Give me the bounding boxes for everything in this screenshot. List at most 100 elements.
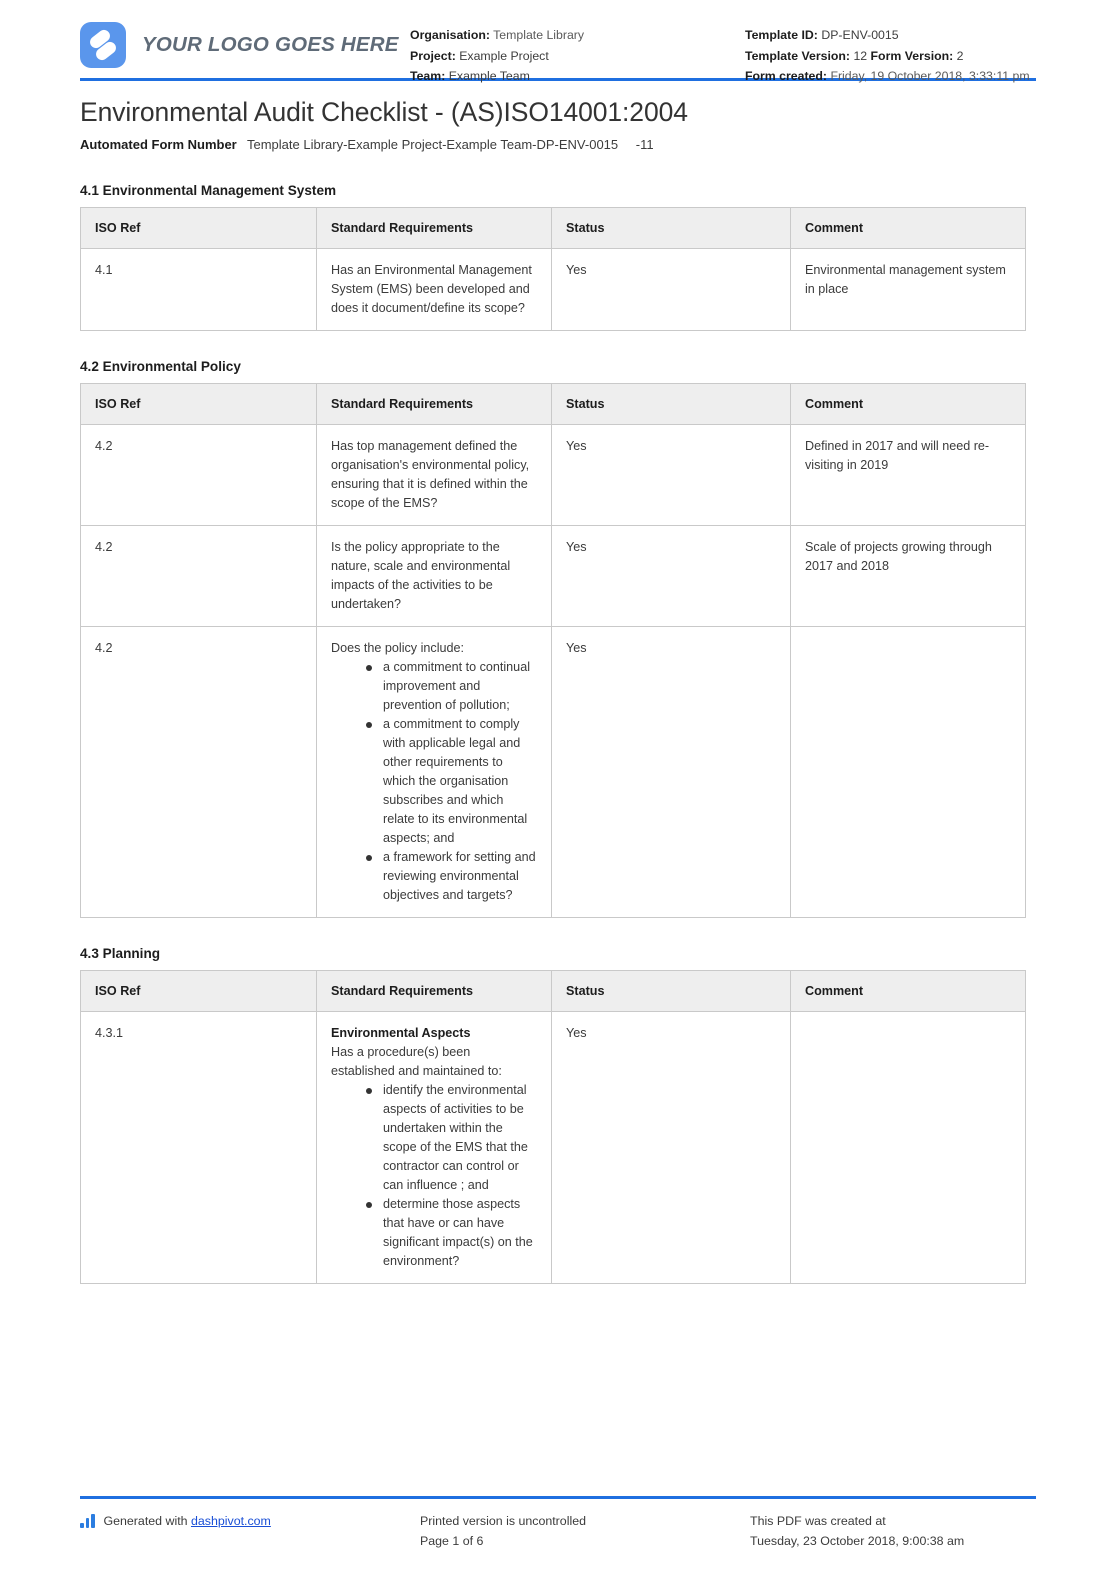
- audit-table: ISO Ref Standard Requirements Status Com…: [80, 207, 1026, 331]
- form-version-label: Form Version:: [870, 48, 954, 63]
- requirement-intro: Has a procedure(s) been established and …: [331, 1045, 502, 1078]
- column-header-status: Status: [551, 970, 791, 1012]
- organisation-meta-block: Organisation: Template Library Project: …: [410, 22, 745, 87]
- section-title: 4.3 Planning: [80, 946, 161, 961]
- logo-block: YOUR LOGO GOES HERE: [80, 22, 410, 68]
- organisation-row: Organisation: Template Library: [410, 25, 745, 46]
- cell-comment: Environmental management system in place: [790, 248, 1026, 331]
- footer-page-indicator: Page 1 of 6: [420, 1534, 484, 1548]
- list-item: a framework for setting and reviewing en…: [366, 848, 537, 905]
- cell-iso-ref: 4.2: [80, 525, 317, 627]
- cell-comment: Scale of projects growing through 2017 a…: [790, 525, 1026, 627]
- footer-printed-notice: Printed version is uncontrolled: [420, 1514, 586, 1528]
- footer-generated-block: Generated with dashpivot.com: [80, 1511, 420, 1551]
- project-value: Example Project: [459, 48, 549, 63]
- table-row: 4.3.1 Environmental Aspects Has a proced…: [80, 1011, 1026, 1284]
- table-row: 4.2 Has top management defined the organ…: [80, 424, 1026, 526]
- cell-iso-ref: 4.2: [80, 626, 317, 918]
- team-row: Team: Example Team: [410, 66, 745, 87]
- column-header-iso-ref: ISO Ref: [80, 207, 317, 249]
- column-header-standard-requirements: Standard Requirements: [316, 383, 552, 425]
- template-id-value: DP-ENV-0015: [821, 28, 899, 42]
- table-row: 4.2 Is the policy appropriate to the nat…: [80, 525, 1026, 627]
- cell-status: Yes: [551, 626, 791, 918]
- cell-requirement: Is the policy appropriate to the nature,…: [316, 525, 552, 627]
- column-header-comment: Comment: [790, 207, 1026, 249]
- automated-form-number: Automated Form Number Template Library-E…: [80, 135, 1036, 155]
- template-version-label: Template Version:: [745, 48, 851, 63]
- column-header-comment: Comment: [790, 383, 1026, 425]
- footer-created-label: This PDF was created at: [750, 1514, 886, 1528]
- audit-table: ISO Ref Standard Requirements Status Com…: [80, 970, 1026, 1284]
- logo-placeholder-text: YOUR LOGO GOES HERE: [142, 33, 399, 56]
- automated-form-number-label: Automated Form Number: [80, 137, 237, 152]
- column-header-comment: Comment: [790, 970, 1026, 1012]
- document-footer: Generated with dashpivot.com Printed ver…: [80, 1496, 1036, 1551]
- column-header-iso-ref: ISO Ref: [80, 970, 317, 1012]
- cell-status: Yes: [551, 1011, 791, 1284]
- form-created-label: Form created:: [745, 69, 828, 83]
- cell-status: Yes: [551, 248, 791, 331]
- template-version-value: 12: [853, 48, 868, 63]
- footer-created-block: This PDF was created at Tuesday, 23 Octo…: [750, 1511, 1036, 1551]
- footer-created-value: Tuesday, 23 October 2018, 9:00:38 am: [750, 1534, 965, 1548]
- list-item: a commitment to comply with applicable l…: [366, 715, 537, 848]
- table-row: 4.2 Does the policy include: a commitmen…: [80, 626, 1026, 918]
- list-item: determine those aspects that have or can…: [366, 1195, 537, 1271]
- cell-comment: [790, 1011, 1026, 1284]
- section-4-3: 4.3 Planning ISO Ref Standard Requiremen…: [80, 946, 1036, 1284]
- footer-divider: [80, 1496, 1036, 1499]
- table-header-row: ISO Ref Standard Requirements Status Com…: [80, 207, 1026, 249]
- audit-table: ISO Ref Standard Requirements Status Com…: [80, 383, 1026, 918]
- organisation-label: Organisation:: [410, 28, 490, 42]
- form-created-value: Friday, 19 October 2018, 3:33:11 pm: [830, 69, 1030, 83]
- list-item: a commitment to continual improvement an…: [366, 658, 537, 715]
- form-version-value: 2: [956, 48, 964, 63]
- column-header-standard-requirements: Standard Requirements: [316, 970, 552, 1012]
- automated-form-number-value-wrap: Template Library-Example Project-Example…: [247, 135, 654, 155]
- cell-requirement: Has an Environmental Management System (…: [316, 248, 552, 331]
- section-title: 4.2 Environmental Policy: [80, 359, 241, 374]
- cell-comment: Defined in 2017 and will need re-visitin…: [790, 424, 1026, 526]
- dashpivot-link[interactable]: dashpivot.com: [191, 1514, 271, 1528]
- template-id-row: Template ID: DP-ENV-0015: [745, 25, 1036, 46]
- footer-generated-prefix: Generated with: [103, 1514, 191, 1528]
- team-label: Team:: [410, 69, 446, 83]
- column-header-status: Status: [551, 207, 791, 249]
- section-title: 4.1 Environmental Management System: [80, 183, 337, 198]
- team-value: Example Team: [448, 69, 530, 83]
- template-id-label: Template ID:: [745, 28, 818, 42]
- cell-iso-ref: 4.2: [80, 424, 317, 526]
- requirement-bullet-list: identify the environmental aspects of ac…: [331, 1081, 537, 1271]
- cell-iso-ref: 4.3.1: [80, 1011, 317, 1284]
- requirement-bullet-list: a commitment to continual improvement an…: [331, 658, 537, 905]
- automated-form-number-suffix: -11: [635, 137, 654, 152]
- requirement-heading: Environmental Aspects: [331, 1026, 471, 1040]
- cell-status: Yes: [551, 525, 791, 627]
- footer-generated-text: Generated with dashpivot.com: [104, 1511, 271, 1531]
- organisation-value: Template Library: [493, 28, 585, 42]
- version-row: Template Version: 12 Form Version: 2: [745, 46, 1036, 67]
- bar-chart-icon: [80, 1514, 97, 1528]
- column-header-status: Status: [551, 383, 791, 425]
- requirement-intro: Does the policy include:: [331, 641, 465, 655]
- project-row: Project: Example Project: [410, 46, 745, 67]
- company-logo-icon: [80, 22, 126, 68]
- form-created-row: Form created: Friday, 19 October 2018, 3…: [745, 66, 1036, 87]
- cell-requirement: Environmental Aspects Has a procedure(s)…: [316, 1011, 552, 1284]
- list-item: identify the environmental aspects of ac…: [366, 1081, 537, 1195]
- document-page: YOUR LOGO GOES HERE Organisation: Templa…: [0, 0, 1116, 1579]
- document-header: YOUR LOGO GOES HERE Organisation: Templa…: [80, 0, 1036, 83]
- section-4-1: 4.1 Environmental Management System ISO …: [80, 183, 1036, 331]
- table-header-row: ISO Ref Standard Requirements Status Com…: [80, 970, 1026, 1012]
- automated-form-number-value: Template Library-Example Project-Example…: [247, 137, 619, 152]
- project-label: Project:: [410, 48, 456, 63]
- cell-status: Yes: [551, 424, 791, 526]
- footer-print-block: Printed version is uncontrolled Page 1 o…: [420, 1511, 750, 1551]
- cell-iso-ref: 4.1: [80, 248, 317, 331]
- table-row: 4.1 Has an Environmental Management Syst…: [80, 248, 1026, 331]
- cell-requirement: Has top management defined the organisat…: [316, 424, 552, 526]
- section-4-2: 4.2 Environmental Policy ISO Ref Standar…: [80, 359, 1036, 918]
- table-header-row: ISO Ref Standard Requirements Status Com…: [80, 383, 1026, 425]
- column-header-standard-requirements: Standard Requirements: [316, 207, 552, 249]
